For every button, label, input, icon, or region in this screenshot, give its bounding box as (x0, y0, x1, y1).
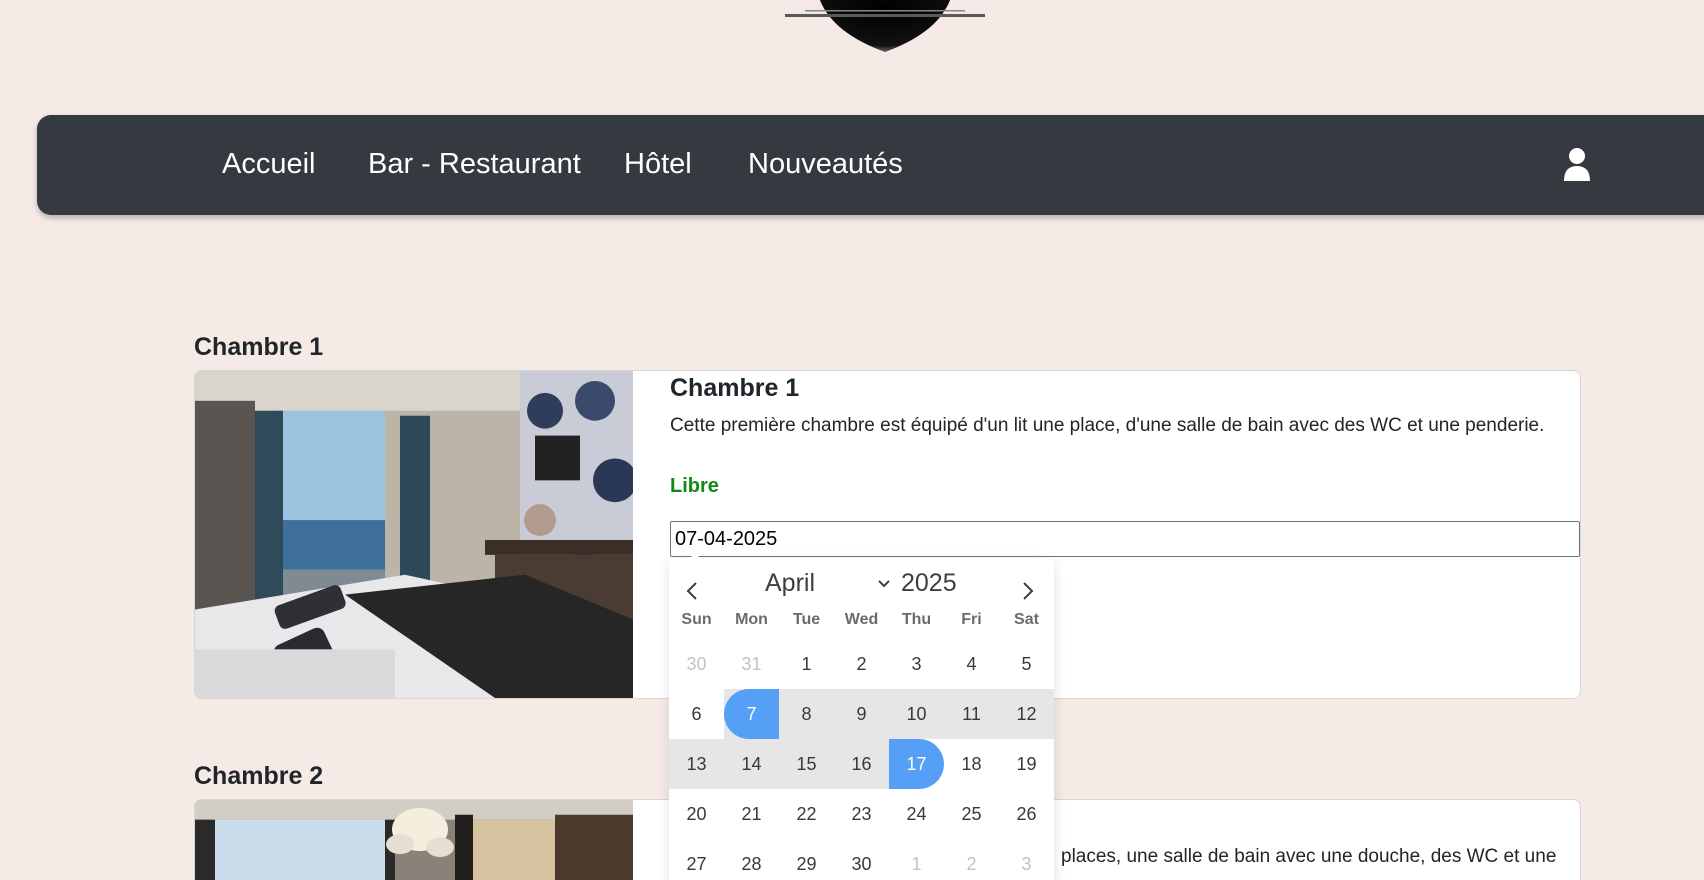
calendar-day[interactable]: 3 (999, 839, 1054, 880)
weekday-label: Sun (681, 611, 712, 628)
calendar-day[interactable]: 27 (669, 839, 724, 880)
weekday-label: Thu (901, 611, 932, 628)
calendar-day-in-range[interactable]: 8 (779, 689, 834, 739)
calendar-day[interactable]: 21 (724, 789, 779, 839)
room-title: Chambre 1 (670, 374, 800, 402)
weekday-label: Sat (1014, 611, 1039, 628)
chevron-down-icon[interactable] (877, 577, 891, 591)
room-heading: Chambre 1 (194, 333, 324, 361)
room-description: places, une salle de bain avec une douch… (1061, 846, 1557, 867)
date-range-input[interactable] (670, 521, 1580, 557)
popup-arrow (689, 553, 701, 559)
calendar-week-row: 27 28 29 30 1 2 3 (669, 839, 1054, 880)
calendar-day-range-start[interactable]: 7 (724, 689, 779, 739)
calendar-day[interactable]: 1 (779, 639, 834, 689)
calendar-day-in-range[interactable]: 13 (669, 739, 724, 789)
calendar-day[interactable]: 25 (944, 789, 999, 839)
status-badge: Libre (670, 475, 719, 497)
nav-link-hotel[interactable]: Hôtel (624, 148, 692, 181)
calendar-day-label: 17 (889, 739, 944, 789)
calendar-day[interactable]: 24 (889, 789, 944, 839)
room-heading: Chambre 2 (194, 762, 324, 790)
calendar-day[interactable]: 29 (779, 839, 834, 880)
main-navbar: Accueil Bar - Restaurant Hôtel Nouveauté… (37, 115, 1704, 215)
calendar-day[interactable]: 19 (999, 739, 1054, 789)
calendar-day-in-range[interactable]: 15 (779, 739, 834, 789)
calendar-day[interactable]: 4 (944, 639, 999, 689)
date-picker-calendar: April 2025 Sun Mon Tue Wed Thu Fri Sat 3… (669, 553, 1054, 880)
calendar-day-in-range[interactable]: 14 (724, 739, 779, 789)
calendar-day[interactable]: 28 (724, 839, 779, 880)
calendar-day[interactable]: 26 (999, 789, 1054, 839)
calendar-weekdays: Sun Mon Tue Wed Thu Fri Sat (669, 611, 1054, 635)
weekday-label: Mon (735, 611, 768, 628)
calendar-day[interactable]: 2 (944, 839, 999, 880)
calendar-days-grid: 30 31 1 2 3 4 5 6 7 8 9 10 11 12 13 14 1… (669, 639, 1054, 880)
calendar-day[interactable]: 30 (834, 839, 889, 880)
calendar-day[interactable]: 18 (944, 739, 999, 789)
logo-image (785, 0, 985, 52)
calendar-week-row: 30 31 1 2 3 4 5 (669, 639, 1054, 689)
room-photo (195, 371, 633, 698)
nav-link-nouveautes[interactable]: Nouveautés (748, 148, 903, 181)
calendar-day-in-range[interactable]: 10 (889, 689, 944, 739)
prev-month-icon[interactable] (681, 579, 705, 603)
user-icon[interactable] (1562, 147, 1592, 181)
calendar-day[interactable]: 1 (889, 839, 944, 880)
weekday-label: Wed (844, 611, 879, 628)
calendar-day-range-end[interactable]: 17 (889, 739, 944, 789)
calendar-week-row: 6 7 8 9 10 11 12 (669, 689, 1054, 739)
calendar-month-select[interactable]: April (765, 569, 815, 598)
calendar-day-in-range[interactable]: 12 (999, 689, 1054, 739)
calendar-day-in-range[interactable]: 16 (834, 739, 889, 789)
calendar-day[interactable]: 20 (669, 789, 724, 839)
calendar-week-row: 13 14 15 16 17 18 19 (669, 739, 1054, 789)
calendar-year-input[interactable]: 2025 (901, 569, 957, 598)
weekday-label: Tue (792, 611, 821, 628)
calendar-day-in-range[interactable]: 11 (944, 689, 999, 739)
calendar-day[interactable]: 30 (669, 639, 724, 689)
calendar-day[interactable]: 23 (834, 789, 889, 839)
room-photo (195, 800, 633, 880)
room-description: Cette première chambre est équipé d'un l… (670, 415, 1545, 436)
nav-link-accueil[interactable]: Accueil (222, 148, 316, 181)
next-month-icon[interactable] (1015, 579, 1039, 603)
calendar-day[interactable]: 3 (889, 639, 944, 689)
calendar-day[interactable]: 31 (724, 639, 779, 689)
calendar-day[interactable]: 2 (834, 639, 889, 689)
calendar-day-in-range[interactable]: 9 (834, 689, 889, 739)
calendar-day[interactable]: 22 (779, 789, 834, 839)
calendar-day-label: 7 (724, 689, 779, 739)
weekday-label: Fri (961, 611, 982, 628)
calendar-day[interactable]: 5 (999, 639, 1054, 689)
calendar-week-row: 20 21 22 23 24 25 26 (669, 789, 1054, 839)
calendar-day[interactable]: 6 (669, 689, 724, 739)
nav-link-bar-restaurant[interactable]: Bar - Restaurant (368, 148, 581, 181)
